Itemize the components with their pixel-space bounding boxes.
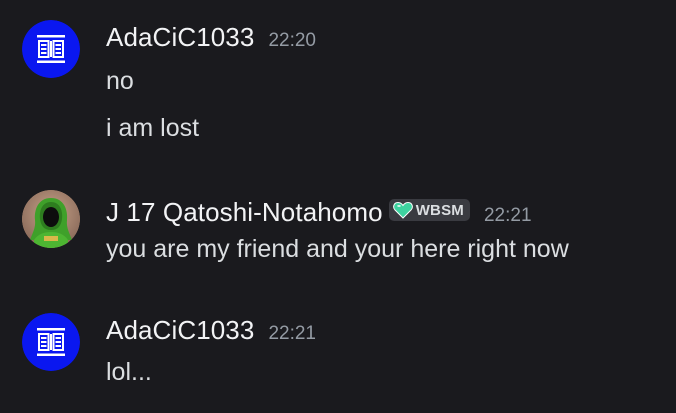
message-text: you are my friend and your here right no… [106, 235, 569, 263]
message-header: AdaCiC1033 22:20 [106, 22, 316, 53]
timestamp[interactable]: 22:21 [484, 205, 532, 227]
message-text: i am lost [106, 114, 200, 142]
username[interactable]: AdaCiC1033 [106, 315, 254, 346]
server-logo-icon [22, 313, 80, 371]
server-logo-icon [22, 20, 80, 78]
timestamp[interactable]: 22:21 [268, 323, 316, 345]
message-text: no [106, 67, 134, 95]
timestamp[interactable]: 22:20 [268, 30, 316, 52]
message-group: AdaCiC1033 22:21 lol... [0, 295, 676, 405]
server-tag-badge[interactable]: WBSM [388, 199, 470, 221]
message-group: AdaCiC1033 22:20 no i am lost [0, 0, 676, 160]
avatar[interactable] [22, 20, 80, 78]
username[interactable]: J 17 Qatoshi-Notahomo [106, 197, 383, 228]
green-hooded-figure-icon [22, 190, 80, 248]
avatar[interactable] [22, 190, 80, 248]
message-group: J 17 Qatoshi-Notahomo WBSM 22:21 you are… [0, 175, 676, 285]
avatar[interactable] [22, 313, 80, 371]
username[interactable]: AdaCiC1033 [106, 22, 254, 53]
green-heart-icon [392, 201, 413, 219]
message-header: AdaCiC1033 22:21 [106, 315, 316, 346]
message-text: lol... [106, 358, 152, 386]
message-header: J 17 Qatoshi-Notahomo WBSM 22:21 [106, 197, 532, 228]
server-tag-label: WBSM [415, 201, 464, 219]
